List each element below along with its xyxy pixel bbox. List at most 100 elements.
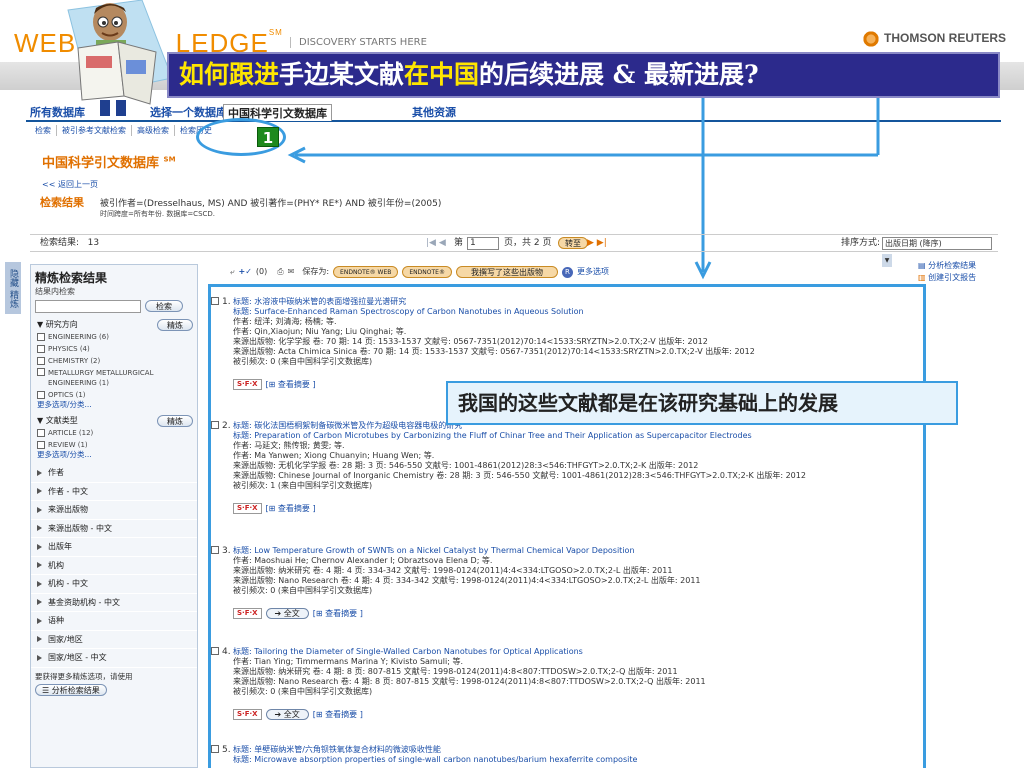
subnav-advanced-search[interactable]: 高级检索 [132, 125, 175, 136]
record-number[interactable]: 4. [211, 647, 231, 657]
hide-refine-tab[interactable]: 隐藏 精炼 [5, 262, 21, 314]
record-number[interactable]: 5. [211, 745, 231, 755]
go-button[interactable]: 转至 [558, 237, 588, 249]
record-author-cn: 作者: 马延文; 熊传银; 黄雯; 等. [233, 441, 345, 450]
view-abstract-link[interactable]: [⊞ 查看摘要 ] [266, 380, 316, 390]
record-title-cn[interactable]: 标题: 单壁碳纳米管/六角钡铁氧体复合材料的微波吸收性能 [233, 745, 913, 755]
more-options-link[interactable]: 更多选项 [577, 264, 609, 280]
view-abstract-link[interactable]: [⊞ 查看摘要 ] [313, 609, 363, 619]
research-area-heading[interactable]: ▼ 研究方向 [37, 319, 78, 330]
search-within-label: 结果内检索 [35, 287, 75, 296]
doc-type-heading[interactable]: ▼ 文献类型 [37, 415, 78, 426]
first-page-icon[interactable]: |◀ ◀ [426, 235, 446, 252]
record-title-en[interactable]: 标题: Preparation of Carbon Microtubes by … [233, 431, 913, 441]
print-icon[interactable]: ⎙ [277, 264, 283, 280]
area-physics[interactable]: PHYSICS (4) [31, 344, 197, 354]
record-author-en: 作者: Ma Yanwen; Xiong Chuanyin; Huang Wen… [233, 451, 435, 460]
facet-author-cn[interactable]: 作者 - 中文 [31, 483, 197, 501]
search-range-text: 时间跨度=所有年份. 数据库=CSCD. [100, 210, 216, 218]
sfx-button[interactable]: S·F·X [233, 379, 262, 390]
area-chemistry[interactable]: CHEMISTRY (2) [31, 356, 197, 366]
sort-label: 排序方式: [841, 238, 881, 248]
expand-arrow-icon [37, 525, 42, 532]
facet-year[interactable]: 出版年 [31, 538, 197, 557]
record-title-en[interactable]: 标题: Low Temperature Growth of SWNTs on a… [233, 546, 913, 556]
more-options-link[interactable]: 更多选项/分类... [31, 450, 197, 460]
doctype-review[interactable]: REVIEW (1) [31, 440, 197, 450]
full-text-button[interactable]: ➔ 全文 [265, 608, 309, 619]
doctype-article[interactable]: ARTICLE (12) [31, 428, 197, 438]
record-checkbox[interactable] [211, 546, 219, 554]
facet-funding-cn[interactable]: 基金资助机构 - 中文 [31, 594, 197, 612]
record-number[interactable]: 3. [211, 546, 231, 556]
sfx-button[interactable]: S·F·X [233, 709, 262, 720]
area-optics[interactable]: OPTICS (1) [31, 390, 197, 400]
refine-button[interactable]: 精炼 [157, 318, 193, 331]
facet-author[interactable]: 作者 [31, 464, 197, 483]
area-engineering[interactable]: ENGINEERING (6) [31, 332, 197, 342]
endnote-web-button[interactable]: ENDNOTE® WEB [333, 266, 399, 278]
area-metallurgy[interactable]: METALLURGY METALLURGICAL ENGINEERING (1) [31, 368, 197, 388]
right-tools: ▤ 分析检索结果 ▥ 创建引文报告 [918, 260, 976, 284]
expand-arrow-icon [37, 469, 42, 476]
view-abstract-link[interactable]: [⊞ 查看摘要 ] [313, 710, 363, 720]
facet-country-cn[interactable]: 国家/地区 - 中文 [31, 649, 197, 668]
facet-source[interactable]: 来源出版物 [31, 501, 197, 520]
search-within-input[interactable] [35, 300, 141, 313]
facet-language[interactable]: 语种 [31, 612, 197, 631]
next-page-icon[interactable]: ▶ ▶| [587, 235, 607, 252]
refine-button[interactable]: 精炼 [157, 414, 193, 427]
record-author-en: 作者: Tian Ying; Timmermans Marina Y; Kivi… [233, 657, 464, 666]
arrow-right-icon: ➔ [274, 609, 282, 618]
facet-organization-cn[interactable]: 机构 - 中文 [31, 575, 197, 594]
researcherid-button[interactable]: 我撰写了这些出版物 [455, 266, 558, 278]
expand-arrow-icon [37, 580, 42, 587]
analyze-results-button[interactable]: ☰ 分析检索结果 [35, 683, 107, 696]
subnav-cited-ref-search[interactable]: 被引参考文献检索 [57, 125, 132, 136]
record-checkbox[interactable] [211, 421, 219, 429]
more-options-link[interactable]: 更多选项/分类... [31, 400, 197, 410]
email-icon[interactable]: ✉ [288, 264, 295, 280]
facet-source-cn[interactable]: 来源出版物 - 中文 [31, 520, 197, 538]
sfx-button[interactable]: S·F·X [233, 503, 262, 514]
sfx-button[interactable]: S·F·X [233, 608, 262, 619]
subnav-search[interactable]: 检索 [30, 125, 57, 136]
record-number[interactable]: 1. [211, 297, 231, 307]
record-title-en[interactable]: 标题: Microwave absorption properties of s… [233, 755, 913, 765]
chevron-down-icon[interactable]: ▼ [882, 254, 892, 267]
expand-arrow-icon [37, 506, 42, 513]
record-title-en[interactable]: 标题: Tailoring the Diameter of Single-Wal… [233, 647, 913, 657]
page-number-input[interactable]: 1 [467, 237, 499, 250]
facet-organization[interactable]: 机构 [31, 557, 197, 575]
endnote-button[interactable]: ENDNOTE® [402, 266, 452, 278]
record-checkbox[interactable] [211, 297, 219, 305]
result-count-label: 检索结果: 13 [40, 238, 100, 248]
facet-country[interactable]: 国家/地区 [31, 631, 197, 649]
back-link[interactable]: << 返回上一页 [42, 179, 98, 190]
page-total: 页，共 2 页 [504, 238, 552, 248]
refine-title: 精炼检索结果 [35, 271, 108, 285]
search-within-button[interactable]: 检索 [145, 300, 183, 312]
record-cited: 被引频次: 1 (来自中国科学引文数据库) [233, 481, 373, 490]
record-title-cn[interactable]: 标题: 水溶液中碳纳米管的表面增强拉曼光谱研究 [233, 297, 913, 307]
analyze-results-link[interactable]: ▤ 分析检索结果 [918, 260, 976, 272]
record-title-en[interactable]: 标题: Surface-Enhanced Raman Spectroscopy … [233, 307, 913, 317]
expand-arrow-icon [37, 599, 42, 606]
tab-select-database[interactable]: 选择一个数据库 [124, 104, 231, 121]
record-number[interactable]: 2. [211, 421, 231, 431]
add-to-marked-list-icon[interactable]: +✓ [238, 264, 251, 280]
step-badge: 1 [257, 127, 279, 147]
record-cited: 被引频次: 0 (来自中国科学引文数据库) [233, 357, 373, 366]
expand-arrow-icon [37, 654, 42, 661]
citation-report-link[interactable]: ▥ 创建引文报告 [918, 272, 976, 284]
full-text-button[interactable]: ➔ 全文 [265, 709, 309, 720]
record-checkbox[interactable] [211, 745, 219, 753]
tab-all-databases[interactable]: 所有数据库 [26, 104, 89, 121]
record-source-cn: 来源出版物: 纳米研究 卷: 4 期: 8 页: 807-815 文献号: 19… [233, 667, 678, 676]
record-source-en: 来源出版物: Acta Chimica Sinica 卷: 70 期: 14 页… [233, 347, 755, 356]
record-checkbox[interactable] [211, 647, 219, 655]
record-source-en: 来源出版物: Chinese Journal of Inorganic Chem… [233, 471, 806, 480]
tab-other-resources[interactable]: 其他资源 [408, 104, 460, 121]
view-abstract-link[interactable]: [⊞ 查看摘要 ] [266, 504, 316, 514]
result-record: 4. 标题: Tailoring the Diameter of Single-… [211, 647, 913, 720]
